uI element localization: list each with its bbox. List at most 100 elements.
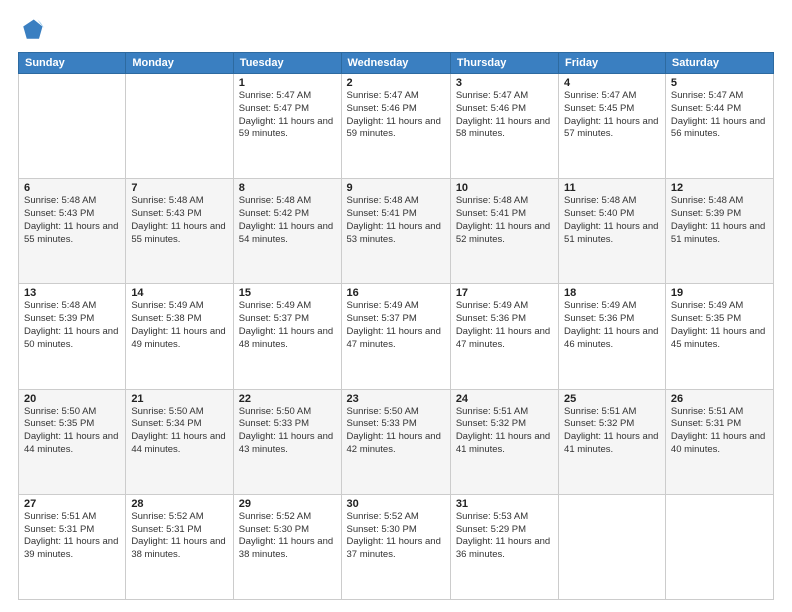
day-number: 11 bbox=[564, 182, 660, 194]
day-info: Sunrise: 5:51 AMSunset: 5:31 PMDaylight:… bbox=[24, 511, 120, 562]
day-info: Sunrise: 5:47 AMSunset: 5:44 PMDaylight:… bbox=[671, 90, 768, 141]
day-number: 18 bbox=[564, 287, 660, 299]
day-number: 21 bbox=[131, 393, 227, 405]
weekday-header: Tuesday bbox=[233, 53, 341, 74]
calendar-cell: 23Sunrise: 5:50 AMSunset: 5:33 PMDayligh… bbox=[341, 389, 450, 494]
day-info: Sunrise: 5:52 AMSunset: 5:30 PMDaylight:… bbox=[239, 511, 336, 562]
weekday-header-row: SundayMondayTuesdayWednesdayThursdayFrid… bbox=[19, 53, 774, 74]
weekday-header: Sunday bbox=[19, 53, 126, 74]
day-number: 12 bbox=[671, 182, 768, 194]
calendar-cell: 27Sunrise: 5:51 AMSunset: 5:31 PMDayligh… bbox=[19, 494, 126, 599]
day-info: Sunrise: 5:50 AMSunset: 5:33 PMDaylight:… bbox=[239, 406, 336, 457]
day-info: Sunrise: 5:49 AMSunset: 5:37 PMDaylight:… bbox=[239, 300, 336, 351]
weekday-header: Wednesday bbox=[341, 53, 450, 74]
day-info: Sunrise: 5:48 AMSunset: 5:42 PMDaylight:… bbox=[239, 195, 336, 246]
calendar-cell: 4Sunrise: 5:47 AMSunset: 5:45 PMDaylight… bbox=[559, 74, 666, 179]
day-number: 4 bbox=[564, 77, 660, 89]
day-number: 5 bbox=[671, 77, 768, 89]
calendar-cell: 2Sunrise: 5:47 AMSunset: 5:46 PMDaylight… bbox=[341, 74, 450, 179]
page: SundayMondayTuesdayWednesdayThursdayFrid… bbox=[0, 0, 792, 612]
calendar-cell: 8Sunrise: 5:48 AMSunset: 5:42 PMDaylight… bbox=[233, 179, 341, 284]
day-number: 30 bbox=[347, 498, 445, 510]
day-info: Sunrise: 5:50 AMSunset: 5:34 PMDaylight:… bbox=[131, 406, 227, 457]
day-number: 27 bbox=[24, 498, 120, 510]
header bbox=[18, 16, 774, 44]
calendar-cell: 24Sunrise: 5:51 AMSunset: 5:32 PMDayligh… bbox=[450, 389, 558, 494]
day-info: Sunrise: 5:52 AMSunset: 5:31 PMDaylight:… bbox=[131, 511, 227, 562]
day-number: 17 bbox=[456, 287, 553, 299]
calendar-cell: 5Sunrise: 5:47 AMSunset: 5:44 PMDaylight… bbox=[665, 74, 773, 179]
day-number: 26 bbox=[671, 393, 768, 405]
calendar-cell: 30Sunrise: 5:52 AMSunset: 5:30 PMDayligh… bbox=[341, 494, 450, 599]
day-info: Sunrise: 5:48 AMSunset: 5:43 PMDaylight:… bbox=[131, 195, 227, 246]
day-number: 6 bbox=[24, 182, 120, 194]
day-info: Sunrise: 5:50 AMSunset: 5:33 PMDaylight:… bbox=[347, 406, 445, 457]
day-number: 7 bbox=[131, 182, 227, 194]
day-info: Sunrise: 5:47 AMSunset: 5:47 PMDaylight:… bbox=[239, 90, 336, 141]
day-info: Sunrise: 5:49 AMSunset: 5:37 PMDaylight:… bbox=[347, 300, 445, 351]
day-info: Sunrise: 5:50 AMSunset: 5:35 PMDaylight:… bbox=[24, 406, 120, 457]
calendar-week-row: 6Sunrise: 5:48 AMSunset: 5:43 PMDaylight… bbox=[19, 179, 774, 284]
day-info: Sunrise: 5:48 AMSunset: 5:41 PMDaylight:… bbox=[347, 195, 445, 246]
calendar-cell: 12Sunrise: 5:48 AMSunset: 5:39 PMDayligh… bbox=[665, 179, 773, 284]
calendar-cell: 21Sunrise: 5:50 AMSunset: 5:34 PMDayligh… bbox=[126, 389, 233, 494]
weekday-header: Monday bbox=[126, 53, 233, 74]
calendar-cell: 25Sunrise: 5:51 AMSunset: 5:32 PMDayligh… bbox=[559, 389, 666, 494]
calendar-cell bbox=[19, 74, 126, 179]
calendar-week-row: 13Sunrise: 5:48 AMSunset: 5:39 PMDayligh… bbox=[19, 284, 774, 389]
day-info: Sunrise: 5:48 AMSunset: 5:40 PMDaylight:… bbox=[564, 195, 660, 246]
day-number: 16 bbox=[347, 287, 445, 299]
calendar-cell: 3Sunrise: 5:47 AMSunset: 5:46 PMDaylight… bbox=[450, 74, 558, 179]
day-info: Sunrise: 5:51 AMSunset: 5:32 PMDaylight:… bbox=[564, 406, 660, 457]
day-number: 1 bbox=[239, 77, 336, 89]
day-number: 10 bbox=[456, 182, 553, 194]
calendar-cell: 17Sunrise: 5:49 AMSunset: 5:36 PMDayligh… bbox=[450, 284, 558, 389]
calendar-cell bbox=[559, 494, 666, 599]
day-info: Sunrise: 5:48 AMSunset: 5:39 PMDaylight:… bbox=[671, 195, 768, 246]
day-info: Sunrise: 5:49 AMSunset: 5:38 PMDaylight:… bbox=[131, 300, 227, 351]
day-info: Sunrise: 5:53 AMSunset: 5:29 PMDaylight:… bbox=[456, 511, 553, 562]
calendar: SundayMondayTuesdayWednesdayThursdayFrid… bbox=[18, 52, 774, 600]
calendar-cell: 28Sunrise: 5:52 AMSunset: 5:31 PMDayligh… bbox=[126, 494, 233, 599]
logo bbox=[18, 16, 50, 44]
day-info: Sunrise: 5:47 AMSunset: 5:46 PMDaylight:… bbox=[456, 90, 553, 141]
day-number: 25 bbox=[564, 393, 660, 405]
day-number: 22 bbox=[239, 393, 336, 405]
calendar-week-row: 1Sunrise: 5:47 AMSunset: 5:47 PMDaylight… bbox=[19, 74, 774, 179]
calendar-cell: 29Sunrise: 5:52 AMSunset: 5:30 PMDayligh… bbox=[233, 494, 341, 599]
day-info: Sunrise: 5:49 AMSunset: 5:36 PMDaylight:… bbox=[564, 300, 660, 351]
day-number: 28 bbox=[131, 498, 227, 510]
calendar-cell: 19Sunrise: 5:49 AMSunset: 5:35 PMDayligh… bbox=[665, 284, 773, 389]
day-info: Sunrise: 5:49 AMSunset: 5:36 PMDaylight:… bbox=[456, 300, 553, 351]
calendar-cell: 14Sunrise: 5:49 AMSunset: 5:38 PMDayligh… bbox=[126, 284, 233, 389]
calendar-cell: 15Sunrise: 5:49 AMSunset: 5:37 PMDayligh… bbox=[233, 284, 341, 389]
day-number: 31 bbox=[456, 498, 553, 510]
logo-icon bbox=[18, 16, 46, 44]
calendar-cell: 11Sunrise: 5:48 AMSunset: 5:40 PMDayligh… bbox=[559, 179, 666, 284]
day-number: 2 bbox=[347, 77, 445, 89]
day-number: 15 bbox=[239, 287, 336, 299]
day-info: Sunrise: 5:48 AMSunset: 5:39 PMDaylight:… bbox=[24, 300, 120, 351]
calendar-cell bbox=[665, 494, 773, 599]
weekday-header: Friday bbox=[559, 53, 666, 74]
day-info: Sunrise: 5:51 AMSunset: 5:32 PMDaylight:… bbox=[456, 406, 553, 457]
weekday-header: Saturday bbox=[665, 53, 773, 74]
calendar-cell: 9Sunrise: 5:48 AMSunset: 5:41 PMDaylight… bbox=[341, 179, 450, 284]
day-number: 24 bbox=[456, 393, 553, 405]
calendar-cell: 16Sunrise: 5:49 AMSunset: 5:37 PMDayligh… bbox=[341, 284, 450, 389]
day-number: 13 bbox=[24, 287, 120, 299]
day-number: 23 bbox=[347, 393, 445, 405]
calendar-cell: 7Sunrise: 5:48 AMSunset: 5:43 PMDaylight… bbox=[126, 179, 233, 284]
calendar-cell: 18Sunrise: 5:49 AMSunset: 5:36 PMDayligh… bbox=[559, 284, 666, 389]
day-info: Sunrise: 5:47 AMSunset: 5:45 PMDaylight:… bbox=[564, 90, 660, 141]
calendar-cell bbox=[126, 74, 233, 179]
calendar-week-row: 27Sunrise: 5:51 AMSunset: 5:31 PMDayligh… bbox=[19, 494, 774, 599]
day-number: 19 bbox=[671, 287, 768, 299]
calendar-cell: 31Sunrise: 5:53 AMSunset: 5:29 PMDayligh… bbox=[450, 494, 558, 599]
calendar-cell: 20Sunrise: 5:50 AMSunset: 5:35 PMDayligh… bbox=[19, 389, 126, 494]
day-number: 9 bbox=[347, 182, 445, 194]
calendar-cell: 22Sunrise: 5:50 AMSunset: 5:33 PMDayligh… bbox=[233, 389, 341, 494]
day-info: Sunrise: 5:51 AMSunset: 5:31 PMDaylight:… bbox=[671, 406, 768, 457]
day-info: Sunrise: 5:48 AMSunset: 5:43 PMDaylight:… bbox=[24, 195, 120, 246]
weekday-header: Thursday bbox=[450, 53, 558, 74]
